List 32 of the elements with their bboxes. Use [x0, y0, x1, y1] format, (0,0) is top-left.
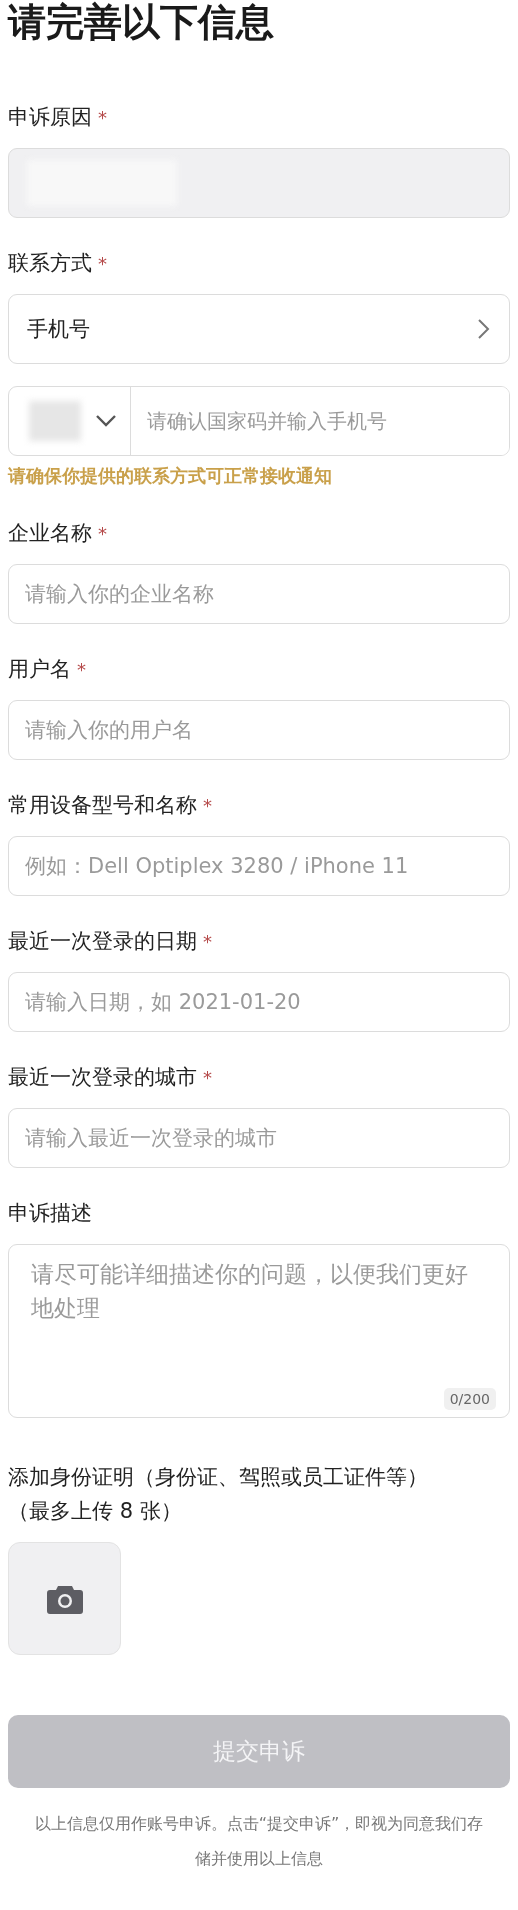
input-field[interactable]: 请输入你的企业名称 [8, 564, 510, 624]
field-label: 企业名称 [8, 520, 92, 547]
chevron-right-icon [477, 318, 491, 340]
required-mark: * [98, 522, 107, 544]
field-label: 添加身份证明（身份证、驾照或员工证件等） [8, 1464, 429, 1491]
field-sublabel: （最多上传 8 张） [8, 1498, 183, 1525]
chevron-down-icon [95, 414, 117, 428]
camera-icon [46, 1583, 83, 1614]
field-label: 常用设备型号和名称 [8, 792, 197, 819]
required-mark: * [203, 930, 212, 952]
contact-method-select[interactable]: 手机号 [8, 294, 510, 364]
required-mark: * [77, 658, 86, 680]
hint-text: 请确保你提供的联系方式可正常接收通知 [8, 464, 333, 488]
upload-button[interactable] [8, 1542, 121, 1655]
field-label: 联系方式 [8, 250, 92, 277]
field-label: 用户名 [8, 656, 71, 683]
field-label: 申诉原因 [8, 104, 92, 131]
input-field[interactable]: 请输入最近一次登录的城市 [8, 1108, 510, 1168]
field-label: 最近一次登录的城市 [8, 1064, 197, 1091]
page-title: 请完善以下信息 [8, 0, 275, 46]
required-mark: * [98, 252, 107, 274]
input-field[interactable]: 例如：Dell Optiplex 3280 / iPhone 11 [8, 836, 510, 896]
field-label: 最近一次登录的日期 [8, 928, 197, 955]
input-field[interactable]: 请输入日期，如 2021-01-20 [8, 972, 510, 1032]
footer-note: 以上信息仅用作账号申诉。点击“提交申诉”，即视为同意我们存储并使用以上信息 [33, 1813, 485, 1870]
required-mark: * [98, 106, 107, 128]
required-mark: * [203, 1066, 212, 1088]
char-counter: 0/200 [443, 1388, 496, 1410]
phone-field[interactable]: 请确认国家码并输入手机号 [8, 386, 510, 456]
input-field[interactable]: 请输入你的用户名 [8, 700, 510, 760]
field-label: 申诉描述 [8, 1200, 92, 1227]
required-mark: * [203, 794, 212, 816]
